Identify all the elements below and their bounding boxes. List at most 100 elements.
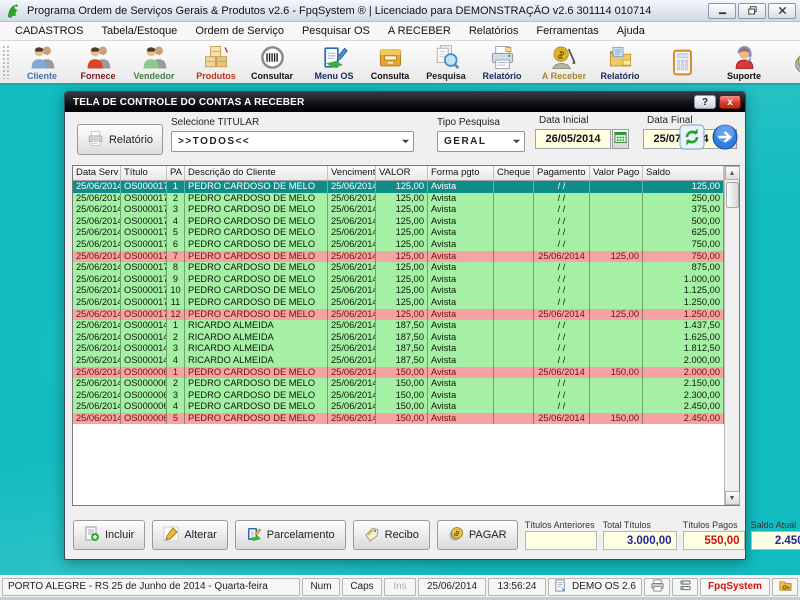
column-header[interactable]: Data Serv — [73, 166, 121, 180]
menu-item-1[interactable]: CADASTROS — [8, 23, 90, 39]
table-row[interactable]: 25/06/2014OS0000179PEDRO CARDOSO DE MELO… — [73, 274, 724, 286]
menu-item-4[interactable]: Pesquisar OS — [295, 23, 377, 39]
menu-item-2[interactable]: Tabela/Estoque — [94, 23, 184, 39]
menu-item-6[interactable]: Relatórios — [462, 23, 526, 39]
data-inicial-label: Data Inicial — [539, 115, 588, 126]
table-cell: 25/06/2014 — [534, 309, 590, 321]
table-cell: / / — [534, 378, 590, 390]
column-header[interactable]: PA — [167, 166, 185, 180]
menu-item-7[interactable]: Ferramentas — [529, 23, 605, 39]
column-header[interactable]: Descrição do Cliente — [185, 166, 328, 180]
table-row[interactable]: 25/06/2014OS0000174PEDRO CARDOSO DE MELO… — [73, 216, 724, 228]
table-cell: Avista — [428, 262, 494, 274]
dialog-help-button[interactable]: ? — [694, 95, 716, 109]
table-row[interactable]: 25/06/2014OS0000065PEDRO CARDOSO DE MELO… — [73, 413, 724, 425]
column-header[interactable]: Cheque — [494, 166, 534, 180]
table-cell: / / — [534, 204, 590, 216]
toolbar-moeda-button[interactable] — [778, 41, 800, 83]
close-button[interactable] — [768, 3, 796, 19]
column-header[interactable]: Forma pgto — [428, 166, 494, 180]
table-cell — [494, 401, 534, 413]
table-row[interactable]: 25/06/2014OS0000061PEDRO CARDOSO DE MELO… — [73, 367, 724, 379]
table-row[interactable]: 25/06/2014OS0000142RICARDO ALMEIDA25/06/… — [73, 332, 724, 344]
table-row[interactable]: 25/06/2014OS0000177PEDRO CARDOSO DE MELO… — [73, 251, 724, 263]
refresh-button[interactable] — [679, 125, 705, 151]
table-cell: OS000006 — [121, 378, 167, 390]
toolbar-consultar-button[interactable]: Consultar — [244, 41, 300, 83]
alterar-button[interactable]: Alterar — [152, 520, 227, 550]
calendar-icon — [614, 131, 627, 147]
toolbar-consulta-label: Consulta — [371, 71, 410, 81]
table-cell: 375,00 — [643, 204, 724, 216]
relatorio-button[interactable]: Relatório — [77, 124, 163, 155]
table-row[interactable]: 25/06/2014OS0000063PEDRO CARDOSO DE MELO… — [73, 390, 724, 402]
table-row[interactable]: 25/06/2014OS0000173PEDRO CARDOSO DE MELO… — [73, 204, 724, 216]
column-header[interactable]: VALOR — [376, 166, 428, 180]
table-empty-area — [73, 424, 724, 505]
table-cell — [590, 332, 643, 344]
column-header[interactable]: Pagamento — [534, 166, 590, 180]
toolbar-cliente-button[interactable]: Cliente — [14, 41, 70, 83]
table-cell: 1.125,00 — [643, 285, 724, 297]
vertical-scrollbar[interactable]: ▲ ▼ — [724, 166, 739, 505]
table-cell: 2 — [167, 193, 185, 205]
titular-select[interactable]: >>TODOS<< — [171, 131, 414, 152]
table-cell: 125,00 — [376, 251, 428, 263]
toolbar-suporte-button[interactable]: Suporte — [716, 41, 772, 83]
incluir-button[interactable]: Incluir — [73, 520, 145, 550]
restore-button[interactable] — [738, 3, 766, 19]
table-row[interactable]: 25/06/2014OS0000176PEDRO CARDOSO DE MELO… — [73, 239, 724, 251]
recibo-button[interactable]: Recibo — [353, 520, 430, 550]
table-cell: 25/06/2014 — [328, 367, 376, 379]
table-cell: Avista — [428, 355, 494, 367]
table-cell: PEDRO CARDOSO DE MELO — [185, 204, 328, 216]
table-cell: 4 — [167, 216, 185, 228]
column-header[interactable]: Título — [121, 166, 167, 180]
data-inicial-calendar-button[interactable] — [612, 129, 629, 149]
table-row[interactable]: 25/06/2014OS0000144RICARDO ALMEIDA25/06/… — [73, 355, 724, 367]
table-row[interactable]: 25/06/2014OS00001711PEDRO CARDOSO DE MEL… — [73, 297, 724, 309]
table-cell — [590, 204, 643, 216]
menu-item-8[interactable]: Ajuda — [610, 23, 652, 39]
toolbar-a-receber-button[interactable]: A Receber — [536, 41, 592, 83]
column-header[interactable]: Vencimento — [328, 166, 376, 180]
toolbar-pesquisa-button[interactable]: Pesquisa — [418, 41, 474, 83]
toolbar-consulta-button[interactable]: Consulta — [362, 41, 418, 83]
table-row[interactable]: 25/06/2014OS0000178PEDRO CARDOSO DE MELO… — [73, 262, 724, 274]
minimize-button[interactable] — [708, 3, 736, 19]
pagar-button[interactable]: PAGAR — [437, 520, 518, 550]
table-row[interactable]: 25/06/2014OS0000064PEDRO CARDOSO DE MELO… — [73, 401, 724, 413]
application-window: Programa Ordem de Serviços Gerais & Prod… — [0, 0, 800, 600]
table-row[interactable]: 25/06/2014OS0000175PEDRO CARDOSO DE MELO… — [73, 227, 724, 239]
toolbar-relatorio-receber-button[interactable]: Relatório — [592, 41, 648, 83]
scroll-up-icon[interactable]: ▲ — [725, 166, 740, 180]
table-cell: 25/06/2014 — [73, 320, 121, 332]
total-label: Total Títulos — [603, 520, 677, 530]
go-button[interactable] — [712, 125, 738, 151]
data-inicial-field[interactable]: 26/05/2014 — [535, 129, 611, 149]
column-header[interactable]: Saldo — [643, 166, 724, 180]
toolbar-produtos-button[interactable]: Produtos — [188, 41, 244, 83]
toolbar-calculadora-button[interactable] — [654, 41, 710, 83]
table-row[interactable]: 25/06/2014OS00001710PEDRO CARDOSO DE MEL… — [73, 285, 724, 297]
toolbar-fornecedor-button[interactable]: Fornece — [70, 41, 126, 83]
dialog-close-button[interactable]: x — [719, 95, 741, 109]
table-row[interactable]: 25/06/2014OS0000141RICARDO ALMEIDA25/06/… — [73, 320, 724, 332]
table-row[interactable]: 25/06/2014OS00001712PEDRO CARDOSO DE MEL… — [73, 309, 724, 321]
table-cell: 1.250,00 — [643, 309, 724, 321]
scrollbar-thumb[interactable] — [726, 182, 739, 208]
menu-item-3[interactable]: Ordem de Serviço — [188, 23, 291, 39]
toolbar-menu-os-button[interactable]: Menu OS — [306, 41, 362, 83]
toolbar-relatorio-os-button[interactable]: Relatório — [474, 41, 530, 83]
tipo-pesquisa-select[interactable]: GERAL — [437, 131, 525, 152]
parcelamento-button[interactable]: Parcelamento — [235, 520, 346, 550]
table-row[interactable]: 25/06/2014OS0000172PEDRO CARDOSO DE MELO… — [73, 193, 724, 205]
table-row[interactable]: 25/06/2014OS0000171PEDRO CARDOSO DE MELO… — [73, 181, 724, 193]
table-row[interactable]: 25/06/2014OS0000143RICARDO ALMEIDA25/06/… — [73, 343, 724, 355]
toolbar-vendedor-button[interactable]: Vendedor — [126, 41, 182, 83]
scroll-down-icon[interactable]: ▼ — [725, 491, 740, 505]
table-cell: 1.625,00 — [643, 332, 724, 344]
table-row[interactable]: 25/06/2014OS0000062PEDRO CARDOSO DE MELO… — [73, 378, 724, 390]
column-header[interactable]: Valor Pago — [590, 166, 643, 180]
menu-item-5[interactable]: A RECEBER — [381, 23, 458, 39]
